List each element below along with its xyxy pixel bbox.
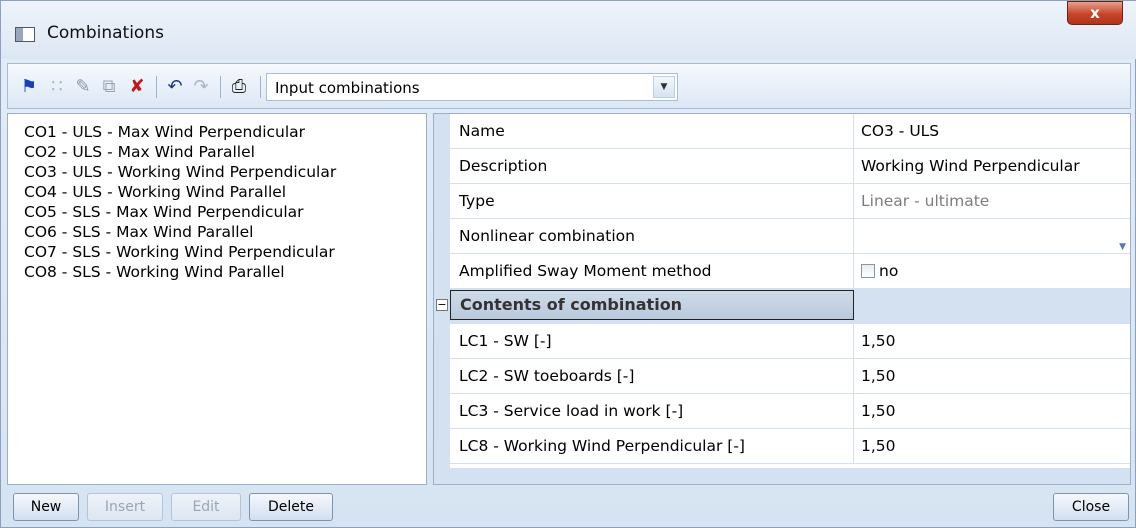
load-case-label: LC8 - Working Wind Perpendicular [-] (450, 429, 854, 463)
load-case-label: LC3 - Service load in work [-] (450, 394, 854, 428)
delete-icon[interactable]: ✘ (126, 76, 148, 98)
close-button[interactable]: Close (1053, 493, 1129, 521)
property-label: Type (450, 184, 854, 218)
dropdown-value: Input combinations (275, 79, 420, 97)
load-case-label: LC2 - SW toeboards [-] (450, 359, 854, 393)
chevron-down-icon[interactable]: ▼ (653, 76, 675, 98)
new-icon[interactable]: ⚑ (18, 76, 40, 98)
property-label: Description (450, 149, 854, 183)
property-grid: Name CO3 - ULS Description Working Wind … (433, 113, 1131, 485)
list-item[interactable]: CO3 - ULS - Working Wind Perpendicular (24, 162, 336, 182)
list-item[interactable]: CO8 - SLS - Working Wind Parallel (24, 262, 285, 282)
list-item[interactable]: CO6 - SLS - Max Wind Parallel (24, 222, 253, 242)
load-case-label: LC1 - SW [-] (450, 324, 854, 358)
property-row-nonlinear[interactable]: Nonlinear combination ▼ (450, 219, 1130, 254)
load-case-row[interactable]: LC2 - SW toeboards [-] 1,50 (450, 359, 1130, 394)
undo-icon[interactable]: ↶ (164, 76, 186, 98)
new-button[interactable]: New (13, 493, 79, 521)
window-close-button[interactable]: x (1067, 1, 1123, 25)
copy-icon[interactable]: ⧉ (98, 76, 120, 98)
amplified-sway-checkbox-cell[interactable]: no (855, 254, 1130, 288)
view-mode-dropdown[interactable]: Input combinations ▼ (266, 73, 678, 101)
property-label: Name (450, 114, 854, 148)
list-item[interactable]: CO5 - SLS - Max Wind Perpendicular (24, 202, 304, 222)
property-row-name[interactable]: Name CO3 - ULS (450, 114, 1130, 149)
property-value: Linear - ultimate (861, 192, 990, 210)
property-value: no (879, 262, 899, 280)
property-row-type: Type Linear - ultimate (450, 184, 1130, 219)
property-row-description[interactable]: Description Working Wind Perpendicular (450, 149, 1130, 184)
toolbar-separator (220, 76, 221, 98)
section-title[interactable]: Contents of combination (450, 290, 854, 320)
toolbar-separator (156, 76, 157, 98)
list-item[interactable]: CO7 - SLS - Working Wind Perpendicular (24, 242, 335, 262)
toolbar-separator (260, 76, 261, 98)
insert-icon[interactable]: ∷ (46, 76, 68, 98)
load-case-row[interactable]: LC8 - Working Wind Perpendicular [-] 1,5… (450, 429, 1130, 464)
load-case-factor[interactable]: 1,50 (855, 359, 1130, 393)
property-value[interactable]: CO3 - ULS (855, 114, 1130, 148)
list-item[interactable]: CO2 - ULS - Max Wind Parallel (24, 142, 255, 162)
combinations-window: Combinations x ⚑ ∷ ✎ ⧉ ✘ ↶ ↷ ⎙ Input com… (0, 0, 1136, 528)
section-row: − Contents of combination (434, 288, 1130, 324)
window-title: Combinations (47, 23, 164, 43)
list-item[interactable]: CO4 - ULS - Working Wind Parallel (24, 182, 286, 202)
edit-icon[interactable]: ✎ (72, 76, 94, 98)
title-bar: Combinations x (1, 1, 1136, 59)
edit-button[interactable]: Edit (171, 493, 241, 521)
list-item[interactable]: CO1 - ULS - Max Wind Perpendicular (24, 122, 305, 142)
amplified-sway-checkbox[interactable] (861, 264, 875, 278)
grid-bottom-strip (434, 468, 1130, 484)
insert-button[interactable]: Insert (87, 493, 163, 521)
load-case-row[interactable]: LC1 - SW [-] 1,50 (450, 324, 1130, 359)
chevron-down-icon[interactable]: ▼ (1119, 230, 1126, 253)
collapse-icon[interactable]: − (436, 299, 448, 311)
delete-button[interactable]: Delete (249, 493, 333, 521)
load-case-factor[interactable]: 1,50 (855, 429, 1130, 463)
property-row-amplified-sway[interactable]: Amplified Sway Moment method no (450, 254, 1130, 289)
nonlinear-combination-select[interactable]: ▼ (855, 219, 1130, 253)
property-value[interactable]: Working Wind Perpendicular (855, 149, 1130, 183)
toolbar: ⚑ ∷ ✎ ⧉ ✘ ↶ ↷ ⎙ Input combinations ▼ (7, 63, 1131, 109)
print-icon[interactable]: ⎙ (228, 76, 250, 98)
combinations-list[interactable]: CO1 - ULS - Max Wind Perpendicular CO2 -… (7, 113, 427, 485)
redo-icon[interactable]: ↷ (190, 76, 212, 98)
load-case-row[interactable]: LC3 - Service load in work [-] 1,50 (450, 394, 1130, 429)
load-case-factor[interactable]: 1,50 (855, 394, 1130, 428)
property-label: Nonlinear combination (450, 219, 854, 253)
load-case-factor[interactable]: 1,50 (855, 324, 1130, 358)
window-icon (15, 27, 35, 42)
property-label: Amplified Sway Moment method (450, 254, 854, 288)
